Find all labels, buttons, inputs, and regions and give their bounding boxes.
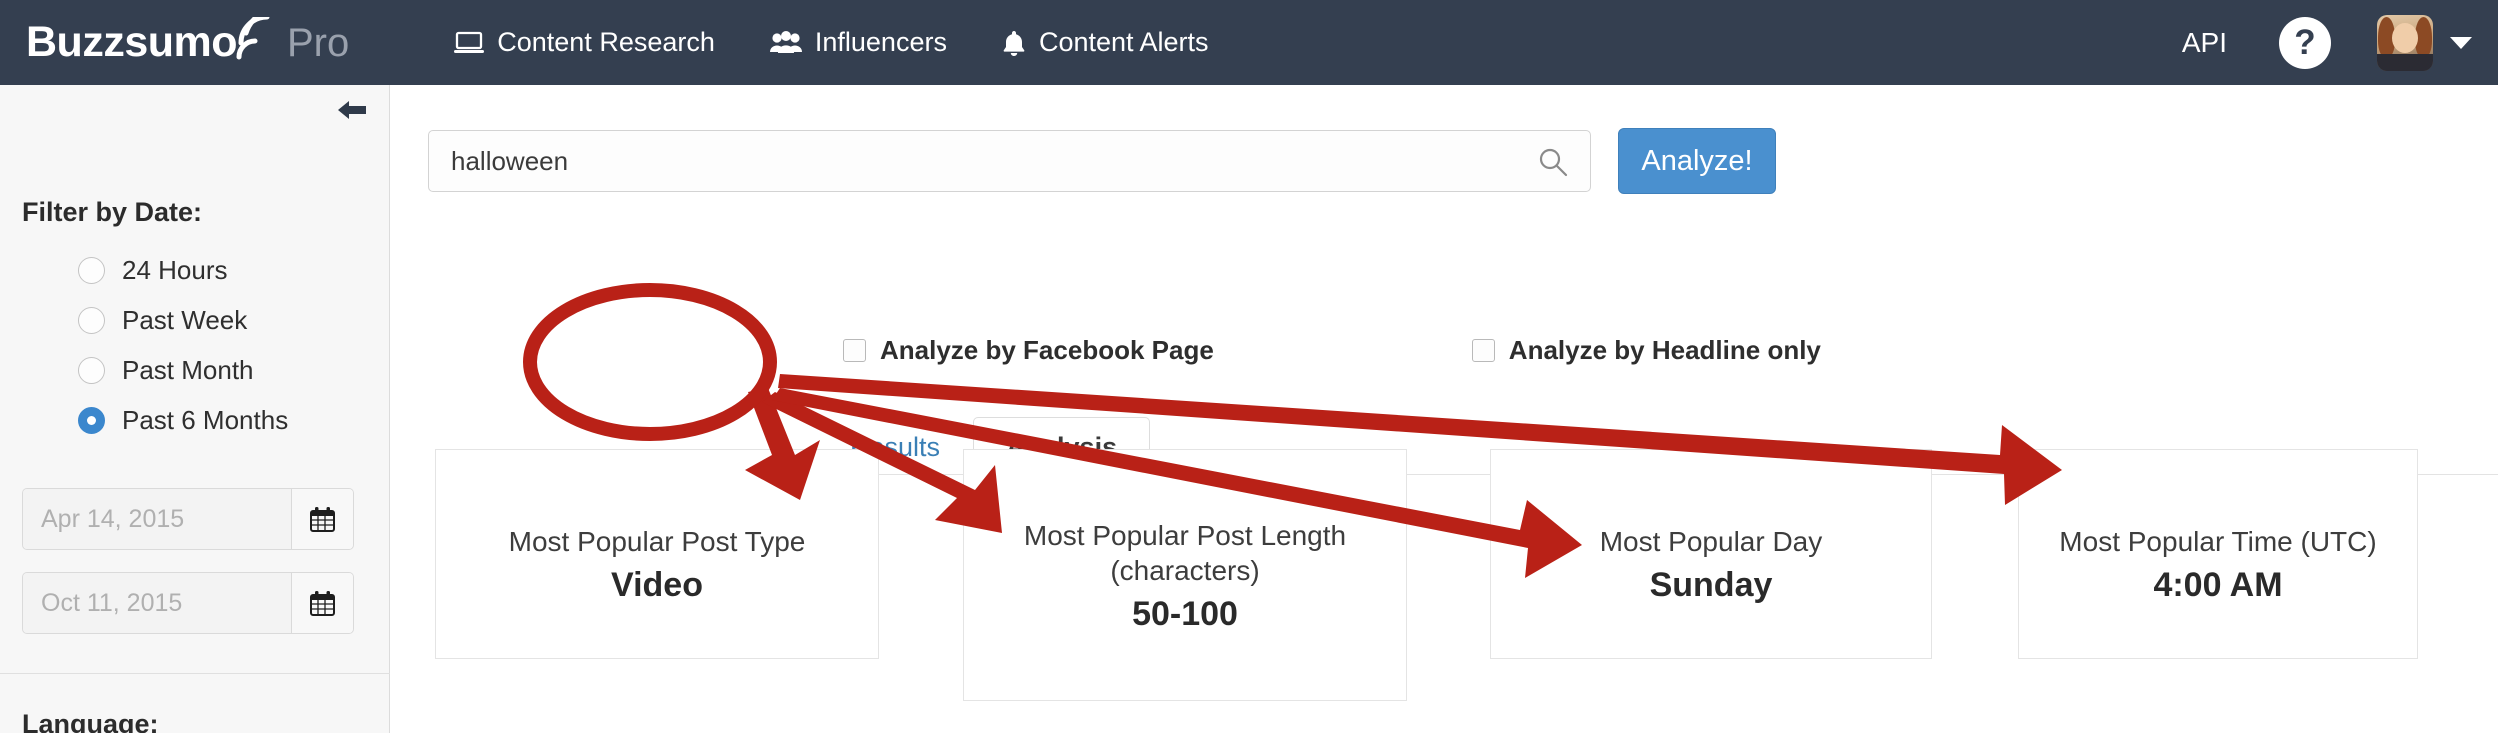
date-filter-radio-group: 24 Hours Past Week Past Month Past 6 Mon… (78, 245, 288, 445)
users-icon (769, 30, 802, 55)
radio-label: Past Week (122, 304, 248, 335)
analyze-button[interactable]: Analyze! (1618, 128, 1776, 194)
search-row: halloween Analyze! (428, 128, 1776, 194)
card-value: 4:00 AM (2153, 566, 2283, 604)
filter-by-date-title: Filter by Date: (22, 197, 203, 227)
date-to-field[interactable]: Oct 11, 2015 (22, 572, 354, 634)
nav-label: Influencers (814, 27, 947, 57)
search-input[interactable]: halloween (428, 130, 1591, 192)
radio-option-24-hours[interactable]: 24 Hours (78, 245, 288, 295)
sidebar: Filter by Date: 24 Hours Past Week Past … (0, 85, 390, 733)
checkbox-analyze-by-headline-only[interactable]: Analyze by Headline only (1471, 335, 1821, 366)
brand-plan-label: Pro (287, 21, 350, 65)
help-icon[interactable]: ? (2279, 16, 2331, 69)
chevron-down-icon[interactable] (2450, 36, 2472, 49)
nav-label: Content Alerts (1038, 27, 1209, 57)
radio-indicator-selected (78, 406, 105, 434)
nav-label: Content Research (497, 27, 715, 57)
brand-name: Buzzsumo (26, 18, 238, 66)
app-root: Buzzsumo Pro Content Research Influencer… (0, 0, 2498, 733)
date-from-input[interactable]: Apr 14, 2015 (23, 489, 291, 549)
card-most-popular-day: Most Popular Day Sunday (1490, 449, 1932, 659)
checkbox-indicator (843, 339, 866, 362)
radio-indicator (78, 256, 105, 284)
brand-logo[interactable]: Buzzsumo Pro (26, 16, 350, 67)
avatar[interactable] (2377, 14, 2433, 71)
nav-item-content-alerts[interactable]: Content Alerts (1002, 27, 1209, 58)
checkbox-analyze-by-facebook-page[interactable]: Analyze by Facebook Page (843, 335, 1214, 366)
card-most-popular-post-length: Most Popular Post Length (characters) 50… (963, 449, 1407, 701)
calendar-icon-from[interactable] (291, 489, 353, 549)
language-title: Language: (22, 709, 159, 733)
radio-option-past-6-months[interactable]: Past 6 Months (78, 395, 288, 445)
primary-nav: Content Research Influencers Content Ale… (454, 27, 1263, 58)
nav-item-content-research[interactable]: Content Research (454, 27, 715, 58)
sidebar-divider (0, 673, 390, 674)
radio-label: Past 6 Months (122, 404, 289, 435)
search-icon[interactable] (1538, 147, 1568, 182)
top-navbar: Buzzsumo Pro Content Research Influencer… (0, 0, 2498, 85)
checkbox-indicator (1471, 339, 1495, 362)
card-value: 50-100 (1132, 595, 1238, 633)
laptop-icon (454, 31, 485, 55)
navbar-right-group: API ? (2182, 0, 2472, 85)
card-value: Video (611, 566, 703, 604)
avatar-body (2377, 53, 2433, 71)
search-input-value: halloween (451, 145, 569, 176)
checkbox-label: Analyze by Facebook Page (880, 335, 1214, 365)
nav-item-influencers[interactable]: Influencers (769, 27, 947, 58)
card-value: Sunday (1649, 566, 1773, 604)
analyze-options-row: Analyze by Facebook Page Analyze by Head… (843, 335, 1821, 366)
date-from-field[interactable]: Apr 14, 2015 (22, 488, 354, 550)
radio-indicator (78, 356, 105, 384)
avatar-face (2392, 22, 2418, 53)
radio-label: Past Month (122, 354, 254, 385)
wifi-arc-icon (233, 16, 277, 63)
radio-label: 24 Hours (122, 254, 228, 285)
bell-icon (1002, 30, 1026, 56)
calendar-icon-to[interactable] (291, 573, 353, 633)
card-title: Most Popular Day (1599, 526, 1823, 557)
api-link[interactable]: API (2182, 27, 2227, 59)
checkbox-label: Analyze by Headline only (1508, 335, 1821, 365)
card-most-popular-time: Most Popular Time (UTC) 4:00 AM (2018, 449, 2418, 659)
card-title: Most Popular Post Length (1023, 520, 1347, 551)
collapse-sidebar-arrow-icon[interactable] (337, 97, 367, 128)
date-to-input[interactable]: Oct 11, 2015 (23, 573, 291, 633)
card-most-popular-post-type: Most Popular Post Type Video (435, 449, 879, 659)
card-title-secondary: (characters) (1110, 555, 1260, 586)
radio-option-past-month[interactable]: Past Month (78, 345, 288, 395)
radio-option-past-week[interactable]: Past Week (78, 295, 288, 345)
card-title: Most Popular Time (UTC) (2059, 526, 2377, 557)
card-title: Most Popular Post Type (508, 526, 806, 557)
radio-indicator (78, 306, 105, 334)
